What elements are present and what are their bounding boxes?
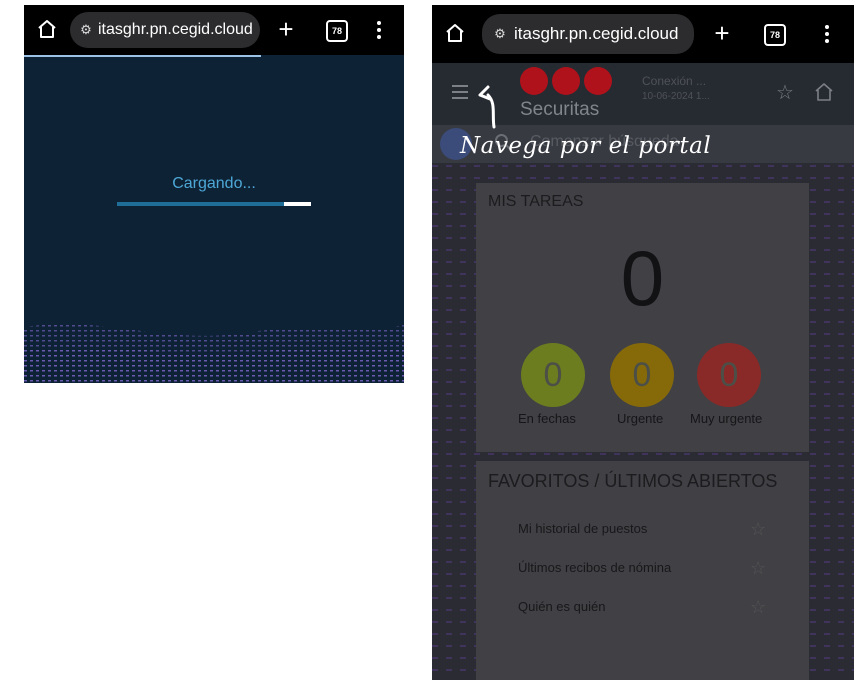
- site-settings-icon[interactable]: ⚙: [76, 12, 96, 48]
- menu-icon[interactable]: [376, 19, 382, 41]
- browser-toolbar: ⚙ itasghr.pn.cegid.cloud + 78: [24, 5, 404, 55]
- connection-label: Conexión ...: [642, 74, 707, 88]
- tasks-total-count[interactable]: 0: [476, 233, 809, 324]
- favorite-item[interactable]: Mi historial de puestos: [518, 521, 647, 536]
- favorite-item[interactable]: Quién es quién: [518, 599, 605, 614]
- loading-progress-bar: [117, 202, 311, 206]
- favorites-card: FAVORITOS / ÚLTIMOS ABIERTOS Mi historia…: [476, 461, 809, 680]
- hamburger-menu-icon[interactable]: [452, 85, 468, 99]
- portal-home-icon[interactable]: [814, 82, 834, 102]
- very-urgent-label: Muy urgente: [690, 411, 763, 426]
- home-icon[interactable]: [444, 22, 466, 44]
- favorite-item[interactable]: Últimos recibos de nómina: [518, 560, 671, 575]
- favorite-star-icon[interactable]: ☆: [750, 559, 766, 577]
- tasks-title: MIS TAREAS: [488, 193, 584, 210]
- urgent-label: Urgente: [617, 411, 664, 426]
- favorite-star-icon[interactable]: ☆: [750, 598, 766, 616]
- brand-name: Securitas: [520, 99, 600, 120]
- favorite-star-icon[interactable]: ☆: [776, 83, 794, 103]
- very-urgent-count-badge[interactable]: 0: [697, 343, 761, 407]
- new-tab-button[interactable]: +: [274, 12, 298, 46]
- annotation-arrow-icon: [478, 85, 496, 129]
- browser-toolbar: ⚙ itasghr.pn.cegid.cloud + 78: [432, 5, 854, 63]
- securitas-logo: Securitas: [518, 67, 614, 123]
- favorites-title: FAVORITOS / ÚLTIMOS ABIERTOS: [488, 471, 778, 491]
- urgent-count-badge[interactable]: 0: [610, 343, 674, 407]
- tabs-count-button[interactable]: 78: [326, 20, 348, 42]
- url-text: itasghr.pn.cegid.cloud: [98, 21, 253, 38]
- address-bar[interactable]: ⚙ itasghr.pn.cegid.cloud: [482, 14, 694, 54]
- loading-screen: ⚙ itasghr.pn.cegid.cloud + 78 Cargando..…: [24, 5, 404, 383]
- tabs-count-button[interactable]: 78: [764, 24, 786, 46]
- site-settings-icon[interactable]: ⚙: [490, 14, 510, 54]
- favorite-star-icon[interactable]: ☆: [750, 520, 766, 538]
- page-load-indicator: [24, 55, 261, 57]
- annotation-label: Navega por el portal: [460, 133, 712, 159]
- on-time-label: En fechas: [518, 411, 576, 426]
- on-time-count-badge[interactable]: 0: [521, 343, 585, 407]
- url-text: itasghr.pn.cegid.cloud: [514, 24, 679, 43]
- home-icon[interactable]: [36, 18, 58, 40]
- new-tab-button[interactable]: +: [710, 16, 734, 50]
- loading-progress-fill: [117, 202, 311, 206]
- loading-label: Cargando...: [172, 175, 256, 192]
- connection-info: Conexión ... 10-06-2024 1...: [642, 74, 710, 104]
- tasks-card: MIS TAREAS 0 0 0 0 En fechas Urgente Muy…: [476, 183, 809, 452]
- dotted-wave-decoration: [24, 324, 404, 383]
- portal-screen: ⚙ itasghr.pn.cegid.cloud + 78 Securitas …: [432, 5, 854, 680]
- connection-date: 10-06-2024 1...: [642, 91, 710, 102]
- menu-icon[interactable]: [824, 23, 830, 45]
- address-bar[interactable]: ⚙ itasghr.pn.cegid.cloud: [70, 12, 260, 48]
